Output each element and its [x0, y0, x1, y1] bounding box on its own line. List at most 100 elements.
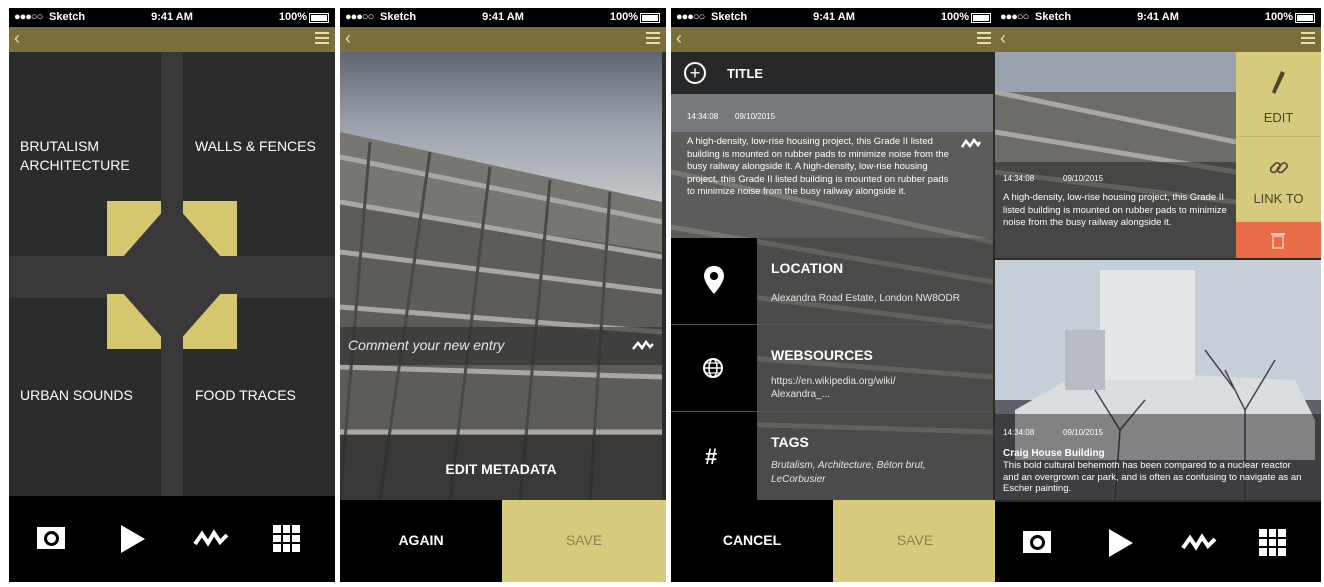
- location-pin-icon: [704, 266, 724, 294]
- entry-2-title: Craig House Building: [1003, 448, 1105, 459]
- battery-percent: 100%: [609, 11, 638, 23]
- building-photo: [340, 132, 663, 501]
- entry-card-1[interactable]: 14:34:08 09/10/2015 A high-density, low-…: [995, 52, 1237, 258]
- edit-button[interactable]: EDIT: [1236, 52, 1321, 136]
- category-grid: BRUTALISM ARCHITECTURE WALLS & FENCES UR…: [9, 52, 335, 496]
- edit-label: EDIT: [1263, 110, 1294, 125]
- screen-categories: ●●●○○ Sketch 9:41 AM 100% ‹ BRUTALISM AR…: [9, 8, 335, 582]
- center-diamond: [107, 201, 237, 349]
- back-icon[interactable]: ‹: [1000, 28, 1006, 49]
- tab-audio[interactable]: [1179, 526, 1219, 560]
- location-value[interactable]: Alexandra Road Estate, London NW8ODR: [771, 293, 991, 304]
- comment-field[interactable]: Comment your new entry: [340, 327, 662, 365]
- tab-grid[interactable]: [267, 522, 307, 556]
- back-icon[interactable]: ‹: [676, 28, 682, 49]
- waveform-icon[interactable]: [632, 339, 654, 353]
- save-label: SAVE: [565, 532, 603, 548]
- camera-icon: [1023, 531, 1051, 553]
- save-button[interactable]: SAVE: [833, 500, 997, 582]
- websources-value[interactable]: https://en.wikipedia.org/wiki/ Alexandra…: [771, 375, 921, 401]
- status-bar: ●●●○○ Sketch 9:41 AM 100%: [340, 8, 666, 27]
- waveform-icon: [1181, 533, 1217, 551]
- websources-label: WEBSOURCES: [771, 347, 873, 363]
- tab-grid[interactable]: [1253, 526, 1293, 560]
- entry-2-time: 14:34:08: [1003, 428, 1035, 437]
- entry-time: 14:34:08: [687, 112, 719, 121]
- play-icon: [121, 525, 145, 553]
- location-label: LOCATION: [771, 260, 844, 276]
- nav-bar: ‹: [340, 27, 666, 52]
- delete-button[interactable]: [1236, 222, 1321, 258]
- grid-icon: [1259, 529, 1286, 556]
- entry-date: 09/10/2015: [735, 112, 776, 121]
- hashtag-icon: #: [705, 444, 718, 469]
- divider: [671, 411, 993, 412]
- description-panel[interactable]: 14:34:08 09/10/2015 A high-density, low-…: [671, 94, 993, 238]
- status-bar: ●●●○○ Sketch 9:41 AM 100%: [995, 8, 1321, 27]
- cancel-button[interactable]: CANCEL: [671, 500, 833, 582]
- link-to-label: LINK TO: [1253, 191, 1304, 206]
- screen-entry-list: ●●●○○ Sketch 9:41 AM 100% ‹ 14:34:08 09/…: [995, 8, 1321, 582]
- entry-2-date: 09/10/2015: [1063, 428, 1104, 437]
- battery-percent: 100%: [1264, 11, 1293, 23]
- battery-percent: 100%: [940, 11, 969, 23]
- edit-metadata-button[interactable]: EDIT METADATA: [340, 461, 662, 477]
- category-walls-fences[interactable]: WALLS & FENCES: [195, 137, 330, 156]
- tab-bar: [995, 502, 1321, 582]
- nav-bar: ‹: [671, 27, 997, 52]
- title-field[interactable]: TITLE: [727, 66, 763, 81]
- back-icon[interactable]: ‹: [345, 28, 351, 49]
- battery-icon: [640, 13, 660, 23]
- edit-metadata-bar[interactable]: EDIT METADATA: [340, 435, 662, 500]
- tab-video[interactable]: [111, 522, 151, 556]
- battery-icon: [971, 13, 991, 23]
- grid-icon: [273, 525, 300, 552]
- category-urban-sounds[interactable]: URBAN SOUNDS: [20, 387, 150, 403]
- entry-description: A high-density, low-rise housing project…: [687, 136, 949, 197]
- camera-icon: [37, 527, 65, 549]
- tab-photo[interactable]: [31, 522, 71, 556]
- photo-preview: [340, 52, 663, 501]
- add-icon[interactable]: +: [684, 62, 706, 84]
- waveform-icon[interactable]: [961, 138, 981, 150]
- save-label: SAVE: [896, 532, 934, 548]
- tags-value[interactable]: Brutalism, Architecture, Béton brut, LeC…: [771, 459, 971, 487]
- tab-video[interactable]: [1099, 526, 1139, 560]
- diamond-graphic: [107, 201, 237, 349]
- status-bar: ●●●○○ Sketch 9:41 AM 100%: [671, 8, 997, 27]
- entry-1-time: 14:34:08: [1003, 174, 1035, 183]
- waveform-icon: [193, 529, 229, 547]
- back-icon[interactable]: ‹: [14, 28, 20, 49]
- status-bar: ●●●○○ Sketch 9:41 AM 100%: [9, 8, 335, 27]
- menu-icon[interactable]: [1301, 32, 1315, 47]
- entry-card-2[interactable]: 14:34:08 09/10/2015 Craig House Building…: [995, 260, 1321, 501]
- category-brutalism[interactable]: BRUTALISM ARCHITECTURE: [20, 137, 150, 175]
- menu-icon[interactable]: [315, 32, 329, 47]
- menu-icon[interactable]: [977, 32, 991, 47]
- tab-photo[interactable]: [1017, 526, 1057, 560]
- link-to-button[interactable]: LINK TO: [1236, 136, 1321, 223]
- cancel-label: CANCEL: [722, 532, 782, 548]
- globe-icon: [703, 358, 723, 378]
- pencil-icon: [1272, 71, 1285, 94]
- entry-2-overlay: 14:34:08 09/10/2015 Craig House Building…: [995, 414, 1321, 500]
- entry-1-text: A high-density, low-rise housing project…: [1003, 192, 1227, 228]
- nav-bar: ‹: [995, 27, 1321, 52]
- comment-placeholder: Comment your new entry: [348, 337, 505, 353]
- menu-icon[interactable]: [646, 32, 660, 47]
- tab-audio[interactable]: [191, 522, 231, 556]
- link-icon: [1269, 162, 1288, 174]
- save-button[interactable]: SAVE: [502, 500, 666, 582]
- tab-bar: [9, 496, 335, 582]
- divider: [671, 324, 993, 325]
- again-button[interactable]: AGAIN: [340, 500, 502, 582]
- tags-label: TAGS: [771, 434, 809, 450]
- trash-icon: [1271, 233, 1285, 249]
- category-food-traces[interactable]: FOOD TRACES: [195, 387, 325, 403]
- play-icon: [1109, 529, 1133, 557]
- again-label: AGAIN: [398, 532, 444, 548]
- battery-percent: 100%: [278, 11, 307, 23]
- nav-bar: ‹: [9, 27, 335, 52]
- battery-icon: [1295, 13, 1315, 23]
- title-bar[interactable]: + TITLE: [671, 52, 993, 94]
